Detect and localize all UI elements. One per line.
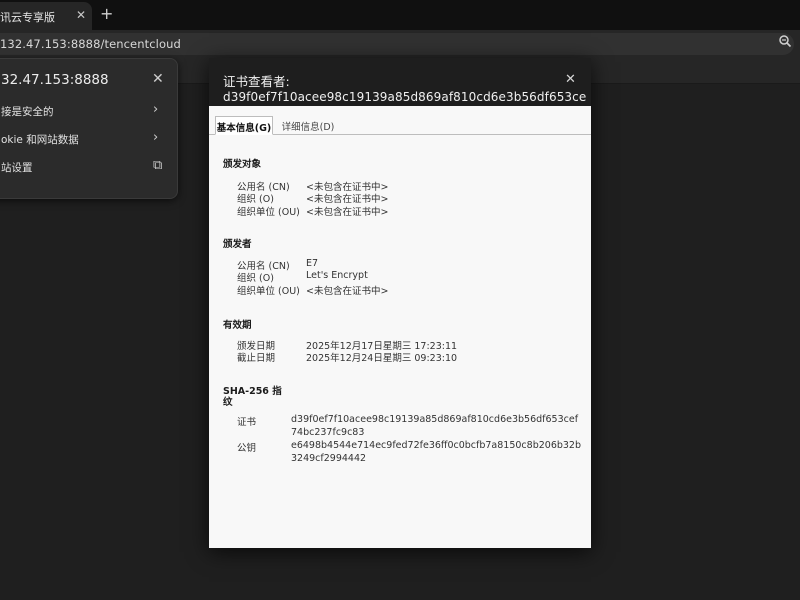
section-validity: 有效期 (223, 320, 252, 331)
section-issued-by: 颁发者 (223, 239, 252, 250)
issued-to-o-value: <未包含在证书中> (306, 194, 389, 205)
connection-label: 接是安全的 (1, 106, 54, 118)
dialog-tabs: 基本信息(G) 详细信息(D) (209, 116, 591, 135)
popup-row-cookies[interactable]: okie 和网站数据 › (1, 129, 173, 149)
popup-close-icon[interactable]: ✕ (152, 71, 164, 87)
dialog-header: 证书查看者: d39f0ef7f10acee98c19139a85d869af8… (209, 58, 591, 106)
site-info-popup: 32.47.153:8888 ✕ 接是安全的 › okie 和网站数据 › 站设… (0, 58, 178, 199)
dialog-title: 证书查看者: (223, 74, 290, 89)
zoom-icon[interactable] (778, 34, 792, 48)
cert-fingerprint-value: d39f0ef7f10acee98c19139a85d869af810cd6e3… (291, 414, 579, 438)
issued-by-o-label: 组织 (O) (237, 273, 274, 284)
issued-to-o-label: 组织 (O) (237, 194, 274, 205)
pubkey-fingerprint-value: e6498b4544e714ec9fed72fe36ff0c0bcfb7a815… (291, 440, 582, 464)
cert-fingerprint-label: 证书 (237, 417, 257, 428)
issued-by-cn-value: E7 (306, 258, 319, 269)
popup-row-site-settings[interactable]: 站设置 ⧉ (1, 157, 173, 177)
tab-close-icon[interactable]: ✕ (76, 8, 86, 22)
section-fingerprints-line2: 纹 (223, 397, 233, 408)
expiry-date-label: 截止日期 (237, 353, 276, 364)
chevron-right-icon: › (153, 130, 159, 145)
dialog-close-icon[interactable]: ✕ (565, 72, 576, 87)
pubkey-fingerprint-label: 公钥 (237, 443, 257, 454)
browser-tab[interactable]: 讯云专享版 ✕ (0, 2, 92, 30)
new-tab-button[interactable]: + (100, 4, 113, 24)
address-bar[interactable]: 132.47.153:8888/tencentcloud (0, 33, 794, 55)
chevron-right-icon: › (153, 102, 159, 117)
certificate-viewer-dialog: 证书查看者: d39f0ef7f10acee98c19139a85d869af8… (209, 58, 591, 548)
section-issued-to: 颁发对象 (223, 159, 262, 170)
issued-to-ou-label: 组织单位 (OU) (237, 207, 300, 218)
tab-title: 讯云专享版 (0, 11, 55, 24)
site-settings-label: 站设置 (1, 162, 33, 174)
cookies-label: okie 和网站数据 (1, 134, 79, 146)
issued-by-o-value: Let's Encrypt (306, 270, 368, 281)
expiry-date-value: 2025年12月24日星期三 09:23:10 (306, 353, 458, 364)
issued-to-ou-value: <未包含在证书中> (306, 207, 389, 218)
open-external-icon: ⧉ (153, 158, 163, 173)
issued-by-ou-label: 组织单位 (OU) (237, 286, 300, 297)
dialog-subtitle: d39f0ef7f10acee98c19139a85d869af810cd6e3… (223, 90, 587, 104)
tab-general[interactable]: 基本信息(G) (215, 116, 273, 135)
issued-by-ou-value: <未包含在证书中> (306, 286, 389, 297)
popup-row-connection[interactable]: 接是安全的 › (1, 101, 173, 121)
url-text: 132.47.153:8888/tencentcloud (0, 37, 181, 51)
popup-host: 32.47.153:8888 (1, 72, 109, 88)
tab-details[interactable]: 详细信息(D) (279, 116, 337, 135)
toolbar: 132.47.153:8888/tencentcloud (0, 30, 800, 58)
tab-strip: 讯云专享版 ✕ + (0, 0, 800, 30)
